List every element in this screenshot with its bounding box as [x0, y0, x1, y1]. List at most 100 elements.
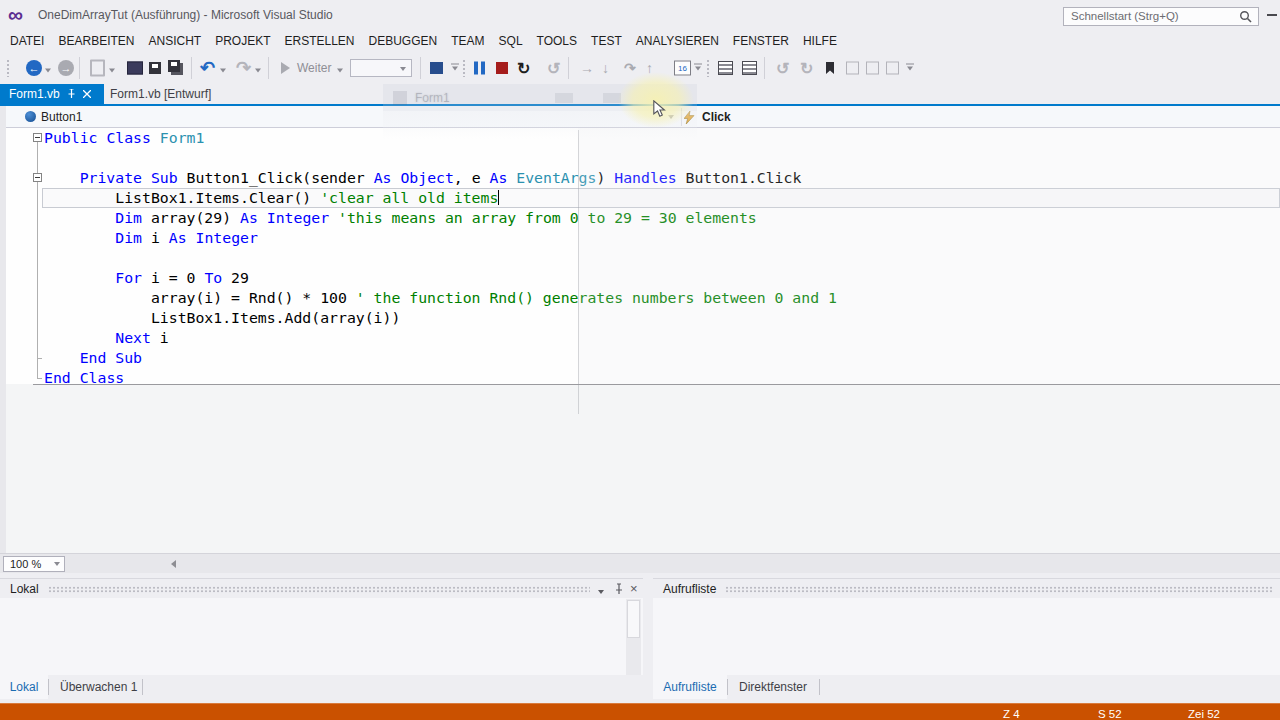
ghost-window-title: Form1: [415, 91, 450, 105]
menu-erstellen[interactable]: ERSTELLEN: [278, 31, 362, 51]
title-bar: ∞ OneDimArrayTut (Ausführung) - Microsof…: [0, 0, 1280, 30]
undo-icon[interactable]: ↶: [200, 57, 215, 79]
outline-collapse-class[interactable]: [33, 133, 42, 142]
menu-ansicht[interactable]: ANSICHT: [141, 31, 208, 51]
paste-dropdown[interactable]: [109, 69, 115, 76]
step-into-icon[interactable]: ↓: [602, 60, 609, 76]
quick-launch-placeholder: Schnellstart (Strg+Q): [1071, 10, 1179, 22]
separator: [420, 57, 421, 79]
menu-team[interactable]: TEAM: [444, 31, 491, 51]
output-window-icon[interactable]: [718, 61, 733, 75]
menu-analysieren[interactable]: ANALYSIEREN: [629, 31, 726, 51]
menu-projekt[interactable]: PROJEKT: [208, 31, 277, 51]
object-icon: [25, 111, 36, 122]
continue-icon[interactable]: [281, 62, 290, 74]
menu-tools[interactable]: TOOLS: [530, 31, 584, 51]
callstack-panel-content: [653, 598, 1280, 675]
menu-sql[interactable]: SQL: [492, 31, 530, 51]
panel-tab-direktfenster[interactable]: Direktfenster: [731, 675, 827, 699]
redo-dropdown[interactable]: [255, 69, 261, 76]
editor-bottom-shade: [6, 384, 1280, 553]
new-window-icon[interactable]: [127, 62, 143, 75]
panel-tab-aufrufliste[interactable]: Aufrufliste: [653, 675, 727, 699]
code-line[interactable]: Next i: [44, 328, 169, 348]
tab-form1vb-entwurf[interactable]: Form1.vb [Entwurf]: [110, 84, 211, 104]
locals-panel-header[interactable]: Lokal ×: [0, 578, 643, 598]
bookmark-icon[interactable]: [826, 62, 834, 74]
clear-bookmarks-icon[interactable]: [886, 62, 899, 75]
stop-icon[interactable]: [496, 62, 508, 74]
show-next-statement-icon[interactable]: →: [580, 60, 594, 76]
restart-icon[interactable]: ↻: [517, 59, 530, 78]
outline-collapse-sub[interactable]: [33, 173, 42, 182]
tab-form1vb[interactable]: Form1.vb: [0, 84, 104, 104]
navigate-back-gray-icon[interactable]: ↺: [776, 59, 789, 78]
hex-display-icon[interactable]: 16: [674, 61, 691, 76]
redo-icon[interactable]: ↷: [236, 57, 251, 79]
refresh-icon[interactable]: ↺: [547, 59, 560, 78]
tab-form1vb-entwurf-label: Form1.vb [Entwurf]: [110, 87, 211, 101]
status-bar: Z 4S 52Zei 52: [0, 703, 1280, 720]
code-line[interactable]: End Sub: [44, 348, 142, 368]
code-line[interactable]: Dim i As Integer: [44, 228, 258, 248]
locals-scrollbar-thumb[interactable]: [627, 600, 640, 638]
minimize-button[interactable]: [1267, 14, 1277, 16]
next-bookmark-icon[interactable]: [866, 62, 879, 75]
navigate-backward-dropdown[interactable]: [45, 69, 51, 76]
menu-bearbeiten[interactable]: BEARBEITEN: [51, 31, 141, 51]
navigate-fwd-gray-icon[interactable]: ↻: [800, 59, 813, 78]
step-over-icon[interactable]: ↷: [624, 60, 636, 76]
ghost-window-right-edge: [578, 130, 579, 414]
callstack-panel-header[interactable]: Aufrufliste: [653, 578, 1280, 598]
continue-label[interactable]: Weiter: [297, 61, 331, 75]
code-line[interactable]: ListBox1.Items.Clear() 'clear all old it…: [44, 188, 499, 208]
window-title: OneDimArrayTut (Ausführung) - Microsoft …: [38, 8, 333, 22]
panel-menu-caret[interactable]: [598, 590, 604, 597]
ghost-window-bottom-edge: [33, 384, 1280, 385]
toolbar-overflow[interactable]: [906, 64, 914, 73]
event-dropdown[interactable]: Click: [702, 110, 731, 124]
zoom-dropdown[interactable]: 100 %: [3, 556, 65, 572]
code-line[interactable]: For i = 0 To 29: [44, 268, 249, 288]
close-icon[interactable]: [83, 90, 91, 98]
menu-fenster[interactable]: FENSTER: [726, 31, 796, 51]
navigate-forward-icon[interactable]: →: [58, 60, 74, 76]
code-line[interactable]: ListBox1.Items.Add(array(i)): [44, 308, 400, 328]
prev-bookmark-icon[interactable]: [846, 62, 859, 75]
editor-left-margin: [0, 106, 6, 553]
menu-hilfe[interactable]: HILFE: [796, 31, 844, 51]
menu-datei[interactable]: DATEI: [3, 31, 51, 51]
status-field: Zei 52: [1188, 708, 1220, 720]
tab-separator: [727, 679, 728, 695]
paste-icon[interactable]: [90, 60, 105, 77]
continue-dropdown[interactable]: [337, 69, 343, 76]
separator: [568, 57, 569, 79]
navigate-backward-icon[interactable]: ←: [26, 60, 42, 76]
quick-launch-input[interactable]: Schnellstart (Strg+Q): [1063, 7, 1259, 26]
menu-debuggen[interactable]: DEBUGGEN: [362, 31, 445, 51]
pause-icon[interactable]: [474, 62, 485, 75]
ghost-window-icon: [393, 91, 407, 105]
save-all-icon[interactable]: [168, 60, 180, 72]
save-icon[interactable]: [149, 62, 161, 74]
attach-icon[interactable]: [430, 62, 443, 74]
breakpoints-window-icon[interactable]: [742, 61, 757, 75]
toolbar-overflow[interactable]: [451, 64, 459, 73]
panel-pin-icon[interactable]: [614, 583, 624, 595]
ghost-minimize-button: [555, 93, 573, 103]
menu-test[interactable]: TEST: [584, 31, 629, 51]
scroll-left-arrow[interactable]: [167, 560, 176, 568]
toolbar-overflow[interactable]: [694, 64, 702, 73]
code-line[interactable]: Public Class Form1: [44, 128, 204, 148]
pin-icon[interactable]: [67, 89, 76, 99]
editor-horizontal-scrollbar[interactable]: 100 %: [0, 553, 1280, 573]
locals-panel-content: [0, 598, 643, 675]
outline-guide-tick: [37, 378, 42, 379]
undo-dropdown[interactable]: [220, 69, 226, 76]
separator: [764, 57, 765, 79]
object-dropdown[interactable]: Button1: [41, 110, 82, 124]
debug-target-combo[interactable]: [350, 59, 412, 77]
search-icon[interactable]: [1239, 10, 1252, 23]
visual-studio-logo-icon: ∞: [8, 3, 23, 27]
panel-close-icon[interactable]: ×: [630, 581, 638, 596]
